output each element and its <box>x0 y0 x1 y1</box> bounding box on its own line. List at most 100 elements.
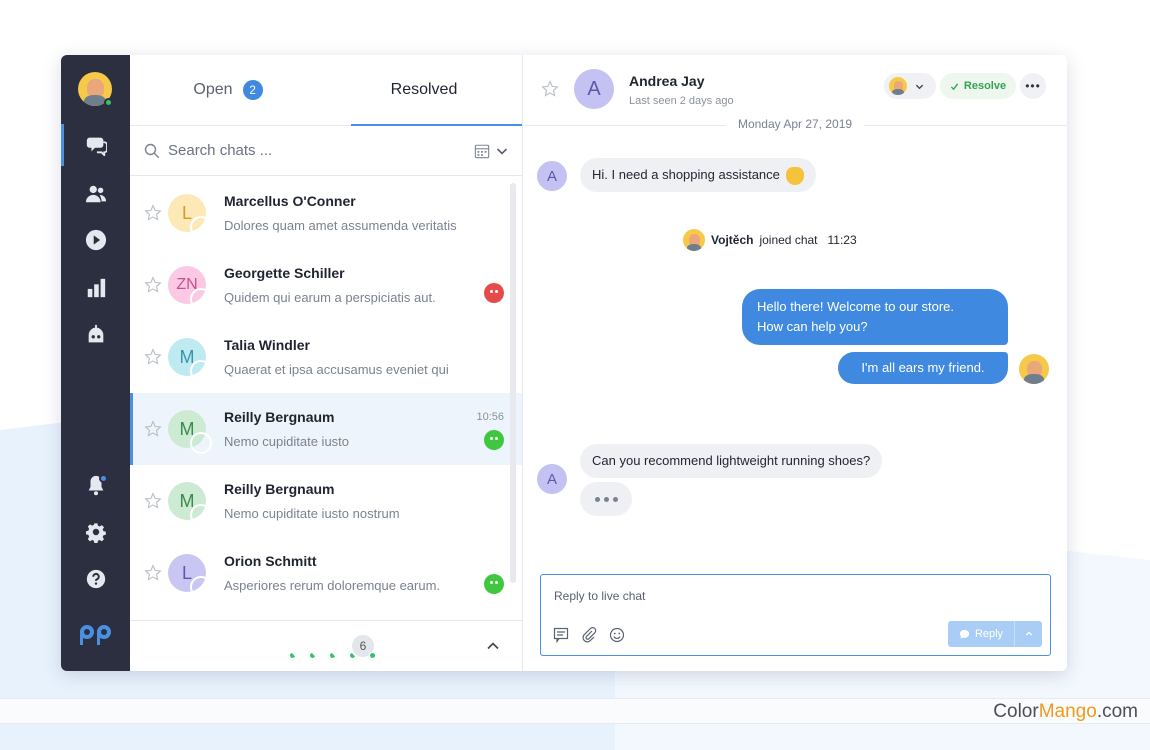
online-status-dot <box>104 98 113 107</box>
message-preview: Nemo cupiditate iusto <box>224 434 350 449</box>
last-seen-text: Last seen 2 days ago <box>629 95 734 107</box>
search-icon <box>144 143 160 158</box>
search-bar <box>130 126 522 176</box>
assign-agent-dropdown[interactable] <box>884 73 936 99</box>
agent-joined-notice: Vojtěch joined chat 11:23 <box>683 229 857 251</box>
customer-name: Orion Schmitt <box>224 553 317 569</box>
tab-resolved-label: Resolved <box>390 81 458 98</box>
watermark-part: Mango <box>1038 701 1097 722</box>
more-options-button[interactable]: ••• <box>1020 73 1046 99</box>
footer-bar <box>0 698 1150 724</box>
canned-response-icon[interactable] <box>553 627 569 643</box>
typing-indicator <box>580 482 632 516</box>
user-avatar[interactable] <box>78 72 113 107</box>
message-text-line: How can help you? <box>757 319 868 334</box>
happy-face-icon <box>484 430 504 450</box>
list-item[interactable]: L Marcellus O'Conner Dolores quam amet a… <box>130 177 522 249</box>
customer-message-avatar: A <box>537 161 567 191</box>
message-preview: Quaerat et ipsa accusamus eveniet qui <box>224 362 449 377</box>
reply-input[interactable] <box>554 589 1034 611</box>
star-icon[interactable] <box>144 420 162 438</box>
reply-options-toggle[interactable] <box>1014 621 1042 647</box>
joined-time: 11:23 <box>827 233 857 247</box>
assigned-agent-avatar <box>889 77 907 95</box>
chat-list: L Marcellus O'Conner Dolores quam amet a… <box>130 177 522 619</box>
nav-customers[interactable] <box>61 173 130 215</box>
more-agents-label: 6 <box>359 639 367 653</box>
notification-dot <box>99 474 108 483</box>
chevron-up-icon[interactable] <box>486 639 500 653</box>
robot-icon <box>88 324 103 343</box>
nav-bots[interactable] <box>61 314 130 356</box>
date-filter-button[interactable] <box>474 143 508 159</box>
watermark-part: .com <box>1096 701 1138 722</box>
message-preview: Asperiores rerum doloremque earum. <box>224 578 441 593</box>
joined-text: joined chat <box>759 233 818 247</box>
star-icon[interactable] <box>144 564 162 582</box>
star-icon[interactable] <box>541 80 559 98</box>
check-icon <box>950 82 959 90</box>
date-separator: Monday Apr 27, 2019 <box>523 117 1067 131</box>
list-item[interactable]: M Reilly Bergnaum Nemo cupiditate iusto … <box>130 465 522 537</box>
message-text-line: Hello there! Welcome to our store. <box>757 299 955 314</box>
bar-chart-icon <box>87 278 105 298</box>
customer-name: Georgette Schiller <box>224 265 345 281</box>
agent-message: Hello there! Welcome to our store. How c… <box>742 289 1008 345</box>
app-window: Open 2 Resolved L Marc <box>61 55 1067 671</box>
nav-chats[interactable] <box>61 124 130 166</box>
nav-engage[interactable] <box>61 219 130 261</box>
star-icon[interactable] <box>144 204 162 222</box>
chat-time: 10:56 <box>476 411 504 423</box>
nav-settings[interactable] <box>61 511 130 553</box>
chat-tabs: Open 2 Resolved <box>130 55 522 126</box>
reply-button-main[interactable]: Reply <box>948 628 1014 640</box>
agent-mini-avatar <box>190 576 212 598</box>
chat-list-panel: Open 2 Resolved L Marc <box>130 55 523 671</box>
watermark: ColorMango.com <box>993 701 1138 723</box>
waving-hand-icon <box>785 166 804 185</box>
more-agents-count[interactable]: 6 <box>350 633 376 659</box>
list-item[interactable]: ZN Georgette Schiller Quidem qui earum a… <box>130 249 522 321</box>
customer-avatar: L <box>168 554 212 598</box>
agent-mini-avatar <box>190 288 212 310</box>
list-item[interactable]: L Orion Schmitt Asperiores rerum dolorem… <box>130 537 522 609</box>
agent-message-avatar <box>1019 354 1049 384</box>
gear-icon <box>85 523 106 543</box>
star-icon[interactable] <box>144 348 162 366</box>
tab-open[interactable]: Open 2 <box>130 55 326 125</box>
users-icon <box>85 185 106 203</box>
list-item-selected[interactable]: M Reilly Bergnaum Nemo cupiditate iusto … <box>130 393 522 465</box>
customer-name: Marcellus O'Conner <box>224 193 356 209</box>
emoji-icon[interactable] <box>609 627 625 643</box>
nav-help[interactable] <box>61 558 130 600</box>
message-preview: Quidem qui earum a perspiciatis aut. <box>224 290 436 305</box>
brand-logo <box>80 625 111 645</box>
reply-button[interactable]: Reply <box>948 621 1042 647</box>
list-item[interactable]: M Talia Windler Quaerat et ipsa accusamu… <box>130 321 522 393</box>
reply-composer: Reply <box>540 574 1051 656</box>
star-icon[interactable] <box>144 492 162 510</box>
happy-face-icon <box>484 574 504 594</box>
nav-reports[interactable] <box>61 267 130 309</box>
watermark-part: Color <box>993 701 1039 722</box>
online-agents-bar[interactable]: 6 <box>130 620 522 671</box>
search-input[interactable] <box>168 142 474 159</box>
resolve-button[interactable]: Resolve <box>940 73 1016 99</box>
customer-avatar: A <box>574 69 614 109</box>
star-icon[interactable] <box>144 276 162 294</box>
tab-resolved[interactable]: Resolved <box>326 55 522 126</box>
conversation-header: A Andrea Jay Last seen 2 days ago Resolv… <box>523 55 1067 131</box>
open-count-badge: 2 <box>242 80 263 100</box>
chat-meta: Reilly Bergnaum Nemo cupiditate iusto no… <box>224 481 522 521</box>
chat-list-scrollbar[interactable] <box>510 183 516 583</box>
paperclip-icon[interactable] <box>581 627 597 643</box>
composer-tools <box>553 627 625 643</box>
agent-name: Vojtěch <box>711 233 754 247</box>
help-icon <box>86 569 105 589</box>
nav-notifications[interactable] <box>61 464 130 506</box>
agent-mini-avatar <box>190 216 212 238</box>
chat-meta: Orion Schmitt Asperiores rerum doloremqu… <box>224 553 522 593</box>
message-preview: Dolores quam amet assumenda veritatis <box>224 218 457 233</box>
message-text: Can you recommend lightweight running sh… <box>592 453 871 468</box>
angry-face-icon <box>484 283 504 303</box>
